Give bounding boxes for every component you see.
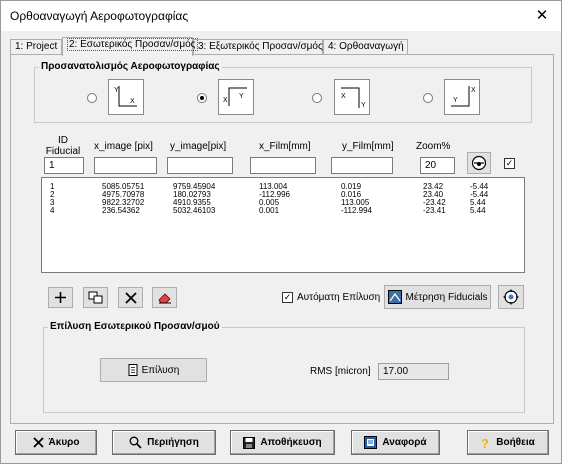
- fiducial-cell-y-image: 5032.46103: [173, 206, 216, 215]
- copy-icon: [88, 291, 102, 303]
- help-label: Βοήθεια: [496, 437, 535, 448]
- save-label: Αποθήκευση: [260, 437, 322, 448]
- browse-label: Περιήγηση: [147, 437, 199, 448]
- axes-icon-1: Y X: [114, 86, 137, 107]
- orientation-icon-4[interactable]: X Y: [444, 79, 480, 115]
- measure-fiducials-label: Μέτρηση Fiducials: [405, 291, 488, 303]
- orientation-radio-2[interactable]: [197, 93, 207, 103]
- auto-solve-checkbox[interactable]: ✓: [282, 292, 293, 303]
- axis-x-label-4: X: [471, 87, 476, 94]
- y-film-label: y_Film[mm]: [342, 141, 394, 152]
- orientation-icon-2[interactable]: Y X: [218, 79, 254, 115]
- tab-exterior-orientation[interactable]: 3: Εξωτερικός Προσαν/σμός: [193, 39, 323, 55]
- help-question-icon: ?: [481, 436, 489, 449]
- axis-y-label-1: Y: [114, 87, 119, 94]
- axis-y-label-2: Y: [239, 93, 244, 100]
- solution-group: Επίλυση Εσωτερικού Προσαν/σμού Επίλυση R…: [43, 321, 525, 413]
- x-film-input[interactable]: [250, 157, 316, 174]
- orientation-radio-3[interactable]: [312, 93, 322, 103]
- settings-button[interactable]: [498, 285, 524, 309]
- axis-x-label-2: X: [223, 97, 228, 104]
- cancel-button[interactable]: Άκυρο: [15, 430, 97, 455]
- tab-panel: Προσανατολισμός Αεροφωτογραφίας Y X Y X: [10, 54, 554, 424]
- zoom-input[interactable]: 20: [420, 157, 455, 174]
- orientation-icon-3[interactable]: X Y: [334, 79, 370, 115]
- fiducial-cell-x-image: 236.54362: [102, 206, 140, 215]
- help-button[interactable]: ? Βοήθεια: [467, 430, 549, 455]
- fiducial-row[interactable]: 4 236.54362 5032.46103 0.001 -112.994 -23.41 5…: [42, 206, 522, 216]
- title-bar: Ορθοαναγωγή Αεροφωτογραφίας ✕: [1, 1, 561, 31]
- zoom-view-button[interactable]: [467, 152, 491, 174]
- fiducial-cell-id: 4: [50, 206, 55, 215]
- delete-x-icon: [124, 291, 137, 304]
- orientation-radio-1[interactable]: [87, 93, 97, 103]
- window-title: Ορθοαναγωγή Αεροφωτογραφίας: [10, 9, 189, 23]
- y-image-input[interactable]: [167, 157, 233, 174]
- plus-icon: [55, 292, 66, 303]
- id-fiducial-input[interactable]: 1: [44, 157, 84, 174]
- floppy-icon: [243, 436, 256, 449]
- axes-icon-2: Y X: [223, 87, 247, 106]
- clear-all-button[interactable]: [152, 287, 177, 308]
- tab-project[interactable]: 1: Project: [10, 39, 62, 55]
- orientation-icon-1[interactable]: Y X: [108, 79, 144, 115]
- eraser-icon: [157, 292, 171, 303]
- document-icon: [128, 364, 138, 376]
- report-button[interactable]: Αναφορά: [351, 430, 440, 455]
- fiducial-list[interactable]: 1 5085.05751 9759.45904 113.004 0.019 23.42 -5…: [41, 177, 525, 273]
- x-image-label: x_image [pix]: [94, 141, 153, 152]
- fiducial-cell-x-film: 0.001: [259, 206, 280, 215]
- measure-fiducials-button[interactable]: Μέτρηση Fiducials: [384, 285, 491, 309]
- tab-orthorectification-label: 4: Ορθοαναγωγή: [328, 41, 404, 52]
- rms-label: RMS [micron]: [310, 366, 371, 377]
- svg-text:?: ?: [481, 436, 489, 449]
- tab-exterior-orientation-label: 3: Εξωτερικός Προσαν/σμός: [198, 41, 323, 52]
- id-fiducial-label: ID Fiducial: [45, 135, 81, 157]
- cancel-label: Άκυρο: [48, 437, 80, 448]
- axes-icon-4: X Y: [451, 86, 476, 107]
- axis-y-label-3: Y: [361, 102, 366, 109]
- magnifier-icon: [129, 436, 142, 449]
- y-image-label: y_image[pix]: [170, 141, 227, 152]
- gear-target-icon: [503, 289, 519, 305]
- axis-x-label-3: X: [341, 93, 346, 100]
- fiducial-cell-y-film: -112.994: [341, 206, 372, 215]
- x-image-input[interactable]: [94, 157, 157, 174]
- eye-target-icon: [471, 155, 487, 171]
- fiducial-cell-res-x: -23.41: [423, 206, 446, 215]
- report-label: Αναφορά: [382, 437, 427, 448]
- axis-x-label-1: X: [130, 98, 135, 105]
- axes-icon-3: X Y: [341, 87, 366, 109]
- solve-label: Επίλυση: [141, 364, 180, 376]
- add-fiducial-button[interactable]: [48, 287, 73, 308]
- orientation-group-title: Προσανατολισμός Αεροφωτογραφίας: [39, 61, 222, 72]
- fiducial-cell-res-y: 5.44: [470, 206, 486, 215]
- report-icon: [364, 436, 378, 449]
- measure-icon: [387, 290, 402, 304]
- axis-y-label-4: Y: [453, 97, 458, 104]
- orientation-group: Προσανατολισμός Αεροφωτογραφίας Y X Y X: [34, 61, 532, 123]
- close-button[interactable]: ✕: [532, 6, 552, 24]
- tab-orthorectification[interactable]: 4: Ορθοαναγωγή: [323, 39, 408, 55]
- tab-interior-orientation[interactable]: 2: Εσωτερικός Προσαν/σμός: [62, 37, 198, 56]
- copy-fiducial-button[interactable]: [83, 287, 108, 308]
- solve-button[interactable]: Επίλυση: [100, 358, 207, 382]
- tab-interior-orientation-label: 2: Εσωτερικός Προσαν/σμός: [67, 38, 198, 51]
- solution-group-title: Επίλυση Εσωτερικού Προσαν/σμού: [48, 321, 222, 332]
- zoom-label: Zoom%: [416, 141, 451, 152]
- close-icon: [32, 437, 44, 448]
- main-window: Ορθοαναγωγή Αεροφωτογραφίας ✕ 1: Project…: [0, 0, 562, 464]
- orientation-radio-4[interactable]: [423, 93, 433, 103]
- delete-fiducial-button[interactable]: [118, 287, 143, 308]
- tab-project-label: 1: Project: [15, 41, 58, 52]
- show-fiducial-checkbox[interactable]: ✓: [504, 158, 515, 169]
- x-film-label: x_Film[mm]: [259, 141, 311, 152]
- auto-solve-label: Αυτόματη Επίλυση: [297, 292, 381, 303]
- rms-value: 17.00: [378, 363, 449, 380]
- save-button[interactable]: Αποθήκευση: [230, 430, 335, 455]
- browse-button[interactable]: Περιήγηση: [112, 430, 216, 455]
- y-film-input[interactable]: [331, 157, 393, 174]
